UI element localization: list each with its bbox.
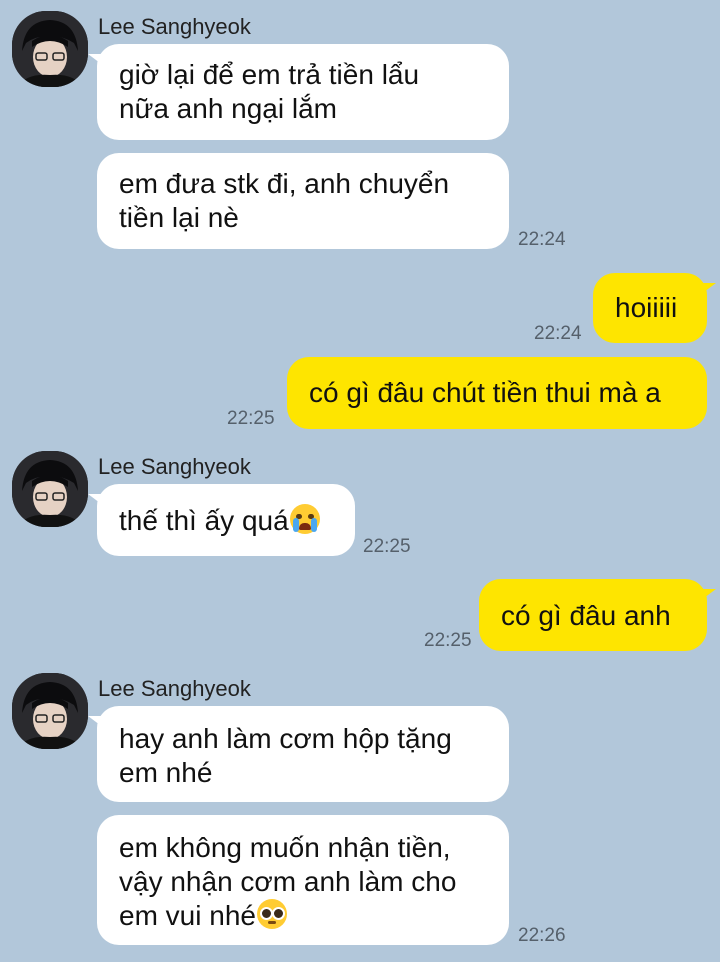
sender-name: Lee Sanghyeok: [98, 454, 251, 479]
contact-avatar[interactable]: [12, 673, 88, 749]
message-text: em đưa stk đi, anh chuyển: [119, 168, 450, 199]
message-text: vậy nhận cơm anh làm cho: [119, 866, 457, 897]
timestamp: 22:24: [534, 323, 582, 344]
pleading-face-icon: [256, 899, 287, 929]
message-bubble-incoming[interactable]: hay anh làm cơm hộp tặng em nhé: [88, 706, 509, 802]
sender-name: Lee Sanghyeok: [98, 14, 251, 39]
timestamp: 22:25: [424, 630, 472, 651]
message-text: em vui nhé: [119, 900, 256, 931]
message-text: giờ lại để em trả tiền lẩu: [119, 59, 420, 90]
message-text: hay anh làm cơm hộp tặng: [119, 723, 452, 754]
message-bubble-outgoing[interactable]: có gì đâu chút tiền thui mà a: [287, 357, 707, 429]
timestamp: 22:25: [363, 536, 411, 557]
message-text: nữa anh ngại lắm: [119, 93, 337, 124]
message-text: em không muốn nhận tiền,: [119, 832, 451, 863]
message-bubble-incoming[interactable]: em đưa stk đi, anh chuyển tiền lại nè: [97, 153, 509, 249]
message-bubble-outgoing[interactable]: hoiiiii: [593, 273, 716, 343]
loudly-crying-face-icon: [289, 504, 320, 534]
timestamp: 22:26: [518, 925, 566, 946]
message-bubble-outgoing[interactable]: có gì đâu anh: [479, 579, 716, 651]
message-text: thế thì ấy quá: [119, 505, 289, 536]
message-text: hoiiiii: [615, 292, 678, 323]
message-text: có gì đâu chút tiền thui mà a: [309, 377, 661, 408]
contact-avatar[interactable]: [12, 11, 88, 87]
timestamp: 22:24: [518, 229, 566, 250]
message-text: tiền lại nè: [119, 202, 239, 233]
contact-avatar[interactable]: [12, 451, 88, 527]
message-text: em nhé: [119, 757, 213, 788]
message-bubble-incoming[interactable]: giờ lại để em trả tiền lẩu nữa anh ngại …: [88, 44, 509, 140]
sender-name: Lee Sanghyeok: [98, 676, 251, 701]
message-bubble-incoming[interactable]: em không muốn nhận tiền, vậy nhận cơm an…: [97, 815, 509, 945]
timestamp: 22:25: [227, 408, 275, 429]
message-text: có gì đâu anh: [501, 600, 671, 631]
message-bubble-incoming[interactable]: thế thì ấy quá: [88, 484, 355, 556]
